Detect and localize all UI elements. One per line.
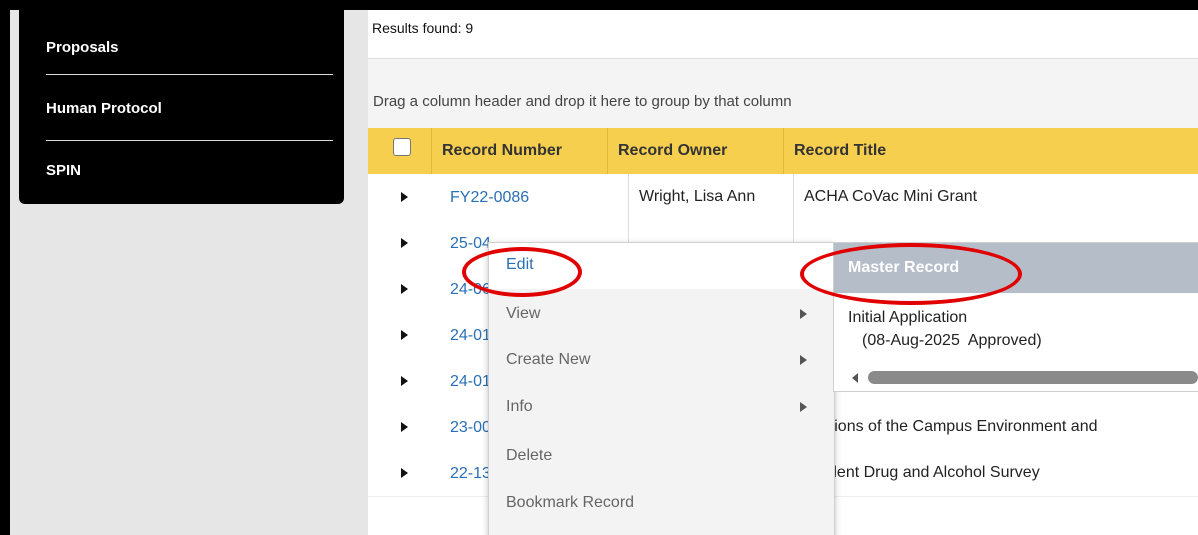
submenu-arrow-icon (800, 309, 807, 319)
column-header-label: Record Owner (618, 142, 728, 159)
scroll-left-icon[interactable] (852, 373, 858, 383)
record-number-link[interactable]: FY22-0086 (450, 189, 529, 207)
record-number-link[interactable]: 22-13 (450, 465, 491, 483)
expand-row-icon[interactable] (401, 284, 408, 294)
expand-row-icon[interactable] (401, 192, 408, 202)
submenu-item-title[interactable]: Initial Application (848, 309, 967, 327)
expand-row-icon[interactable] (401, 376, 408, 386)
submenu-arrow-icon (800, 402, 807, 412)
column-header-record-title[interactable]: Record Title (783, 128, 1198, 174)
record-number-link[interactable]: 25-04 (450, 235, 491, 253)
record-number-link[interactable]: 24-01 (450, 327, 491, 345)
record-title-cell: Student Drug and Alcohol Survey (793, 450, 1198, 496)
record-title-cell: ACHA CoVac Mini Grant (793, 174, 1198, 220)
annotation-oval-edit (462, 247, 582, 297)
sidebar-item-spin[interactable]: SPIN (46, 162, 333, 179)
expand-row-icon[interactable] (401, 468, 408, 478)
record-title-cell: ceptions of the Campus Environment and (793, 404, 1198, 450)
group-by-hint: Drag a column header and drop it here to… (373, 93, 792, 110)
menu-item-info[interactable]: Info (489, 385, 834, 431)
sidebar-divider (46, 140, 333, 141)
menu-item-label: Info (506, 398, 533, 415)
submenu-item-detail: (08-Aug-2025 Approved) (862, 332, 1042, 349)
sidebar-item-label: Human Protocol (46, 100, 162, 117)
expand-row-icon[interactable] (401, 238, 408, 248)
results-bar (368, 10, 1198, 58)
expand-row-icon[interactable] (401, 422, 408, 432)
column-header-label: Record Number (442, 142, 563, 159)
column-header-record-number[interactable]: Record Number (431, 128, 607, 174)
annotation-oval-master-record (800, 243, 1022, 305)
menu-item-label: Create New (506, 351, 591, 368)
submenu-scrollbar[interactable] (844, 371, 1198, 385)
app-frame: Proposals Human Protocol SPIN Results fo… (10, 10, 1198, 535)
group-by-drop-zone[interactable]: Drag a column header and drop it here to… (368, 59, 1198, 129)
submenu-arrow-icon (800, 355, 807, 365)
table-row[interactable]: FY22-0086 Wright, Lisa Ann ACHA CoVac Mi… (368, 174, 1198, 221)
record-owner-cell: Wright, Lisa Ann (628, 174, 793, 220)
sidebar-item-human-protocol[interactable]: Human Protocol (46, 100, 333, 117)
sidebar-item-label: SPIN (46, 162, 82, 179)
menu-item-label: Bookmark Record (506, 494, 635, 511)
results-count: Results found: 9 (372, 20, 474, 36)
sidebar-item-proposals[interactable]: Proposals (46, 39, 333, 56)
column-header-record-owner[interactable]: Record Owner (607, 128, 783, 174)
sidebar-item-label: Proposals (46, 39, 119, 56)
select-all-checkbox[interactable] (393, 138, 411, 156)
grid-header-row: Record Number Record Owner Record Title (368, 128, 1198, 174)
expand-row-icon[interactable] (401, 330, 408, 340)
sidebar-divider (46, 74, 333, 75)
menu-item-bookmark-record[interactable]: Bookmark Record (489, 481, 834, 527)
record-number-link[interactable]: 24-01 (450, 373, 491, 391)
scrollbar-thumb[interactable] (868, 371, 1198, 384)
column-header-label: Record Title (794, 142, 887, 159)
menu-item-label: View (506, 305, 541, 322)
menu-item-create-new[interactable]: Create New (489, 338, 834, 384)
menu-item-view[interactable]: View (489, 292, 834, 338)
record-number-link[interactable]: 23-00 (450, 419, 491, 437)
sidebar: Proposals Human Protocol SPIN (19, 10, 344, 204)
menu-item-delete[interactable]: Delete (489, 434, 834, 480)
menu-item-label: Delete (506, 447, 553, 464)
